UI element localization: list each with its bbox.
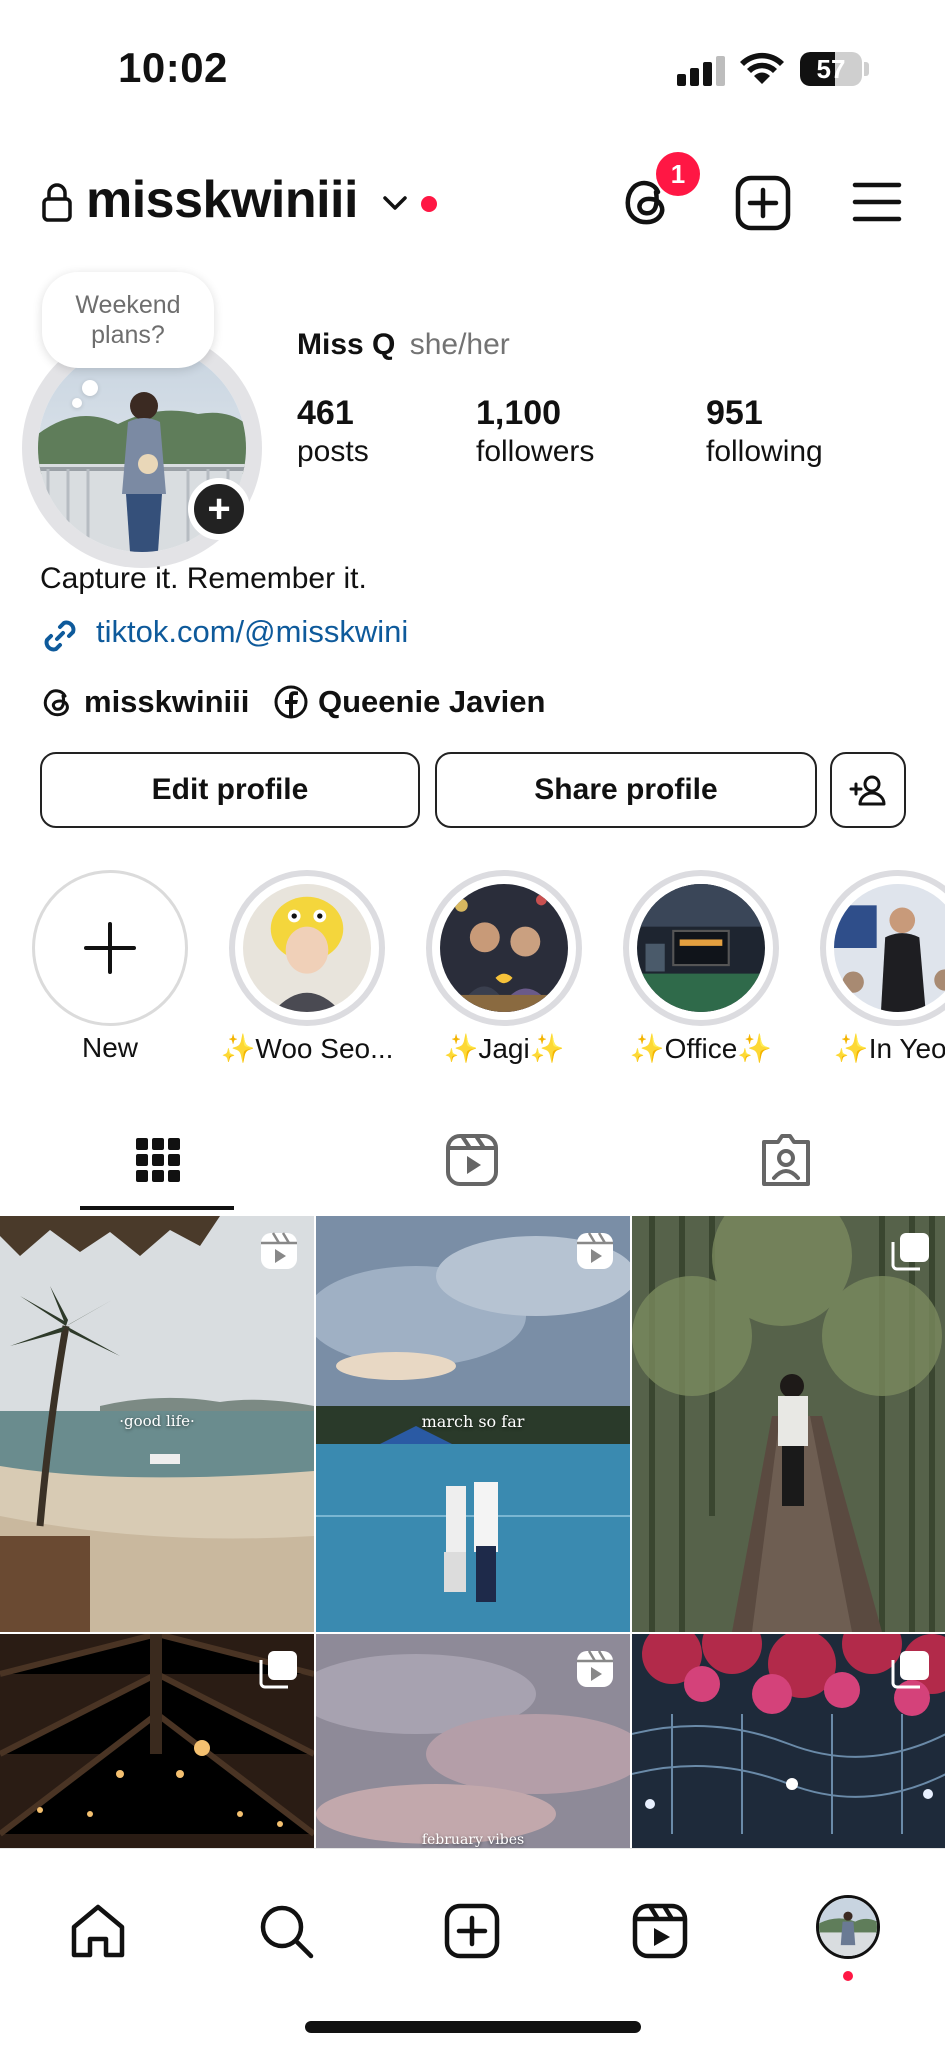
reels-icon[interactable]: [630, 1901, 690, 1961]
share-profile-button[interactable]: Share profile: [435, 752, 817, 828]
display-name: Miss Q she/her: [297, 328, 510, 362]
reel-indicator-icon: [577, 1650, 613, 1687]
grid-post[interactable]: [632, 1634, 945, 1848]
tagged-icon[interactable]: [756, 1130, 816, 1190]
profile-tabs: [0, 1110, 945, 1214]
add-person-icon: [849, 775, 886, 806]
reel-indicator-icon: [261, 1232, 297, 1269]
stat-value: 951: [706, 394, 763, 432]
stat-label: following: [706, 435, 823, 468]
highlight-item[interactable]: ✨Woo Seo...: [221, 870, 393, 1064]
home-icon[interactable]: [68, 1901, 128, 1961]
battery-tip: [864, 62, 869, 76]
highlight-label: ✨Jagi✨: [443, 1033, 565, 1064]
threads-handle: misskwiniii: [84, 684, 250, 719]
post-caption: ·good life·: [119, 1412, 195, 1430]
highlight-cover: [834, 884, 945, 1012]
menu-icon[interactable]: [852, 180, 902, 224]
stat-following[interactable]: 951 following: [706, 394, 823, 469]
grid-post[interactable]: february vibes: [316, 1634, 630, 1848]
facebook-profile-link[interactable]: Queenie Javien: [274, 684, 545, 720]
highlight-item[interactable]: ✨In Yeop: [820, 870, 945, 1064]
threads-icon: [43, 689, 69, 717]
grid-post[interactable]: [632, 1216, 945, 1632]
lock-icon: [42, 183, 72, 222]
highlight-label: ✨Woo Seo...: [220, 1033, 394, 1064]
grid-post[interactable]: ·good life·: [0, 1216, 314, 1632]
grid-icon[interactable]: [128, 1130, 188, 1190]
highlight-label: ✨Office✨: [629, 1033, 773, 1064]
discover-people-button[interactable]: [830, 752, 906, 828]
carousel-indicator-icon: [891, 1651, 929, 1689]
stat-value: 461: [297, 394, 354, 432]
stat-value: 1,100: [476, 394, 562, 432]
link-text[interactable]: tiktok.com/@misskwini: [96, 614, 408, 650]
stat-label: followers: [476, 435, 595, 468]
add-story-button[interactable]: +: [188, 478, 250, 540]
story-highlights: New ✨Woo Seo... ✨Jagi✨ ✨Office✨ ✨In Yeo: [0, 870, 945, 1070]
plus-icon: [84, 922, 136, 974]
highlight-item[interactable]: ✨Jagi✨: [426, 870, 582, 1064]
status-time: 10:02: [118, 44, 228, 91]
stat-label: posts: [297, 435, 369, 468]
search-icon[interactable]: [256, 1901, 316, 1961]
notification-badge: 1: [656, 152, 700, 196]
wifi-icon: [740, 52, 784, 84]
edit-profile-button[interactable]: Edit profile: [40, 752, 420, 828]
grid-post[interactable]: [0, 1634, 314, 1848]
link-icon: [44, 620, 76, 652]
note-bubble-tail: [82, 380, 98, 396]
home-indicator: [305, 2021, 641, 2033]
facebook-icon: [274, 685, 308, 719]
note-bubble[interactable]: Weekend plans?: [42, 272, 214, 368]
active-tab-indicator: [80, 1206, 234, 1210]
post-caption: march so far: [421, 1412, 525, 1431]
highlight-new-ring: [32, 870, 188, 1026]
pronouns: she/her: [409, 328, 510, 361]
stat-followers[interactable]: 1,100 followers: [476, 394, 594, 469]
status-bar: 10:02 57: [0, 0, 945, 120]
cellular-signal-icon: [677, 56, 725, 86]
carousel-indicator-icon: [259, 1651, 297, 1689]
highlight-cover: [440, 884, 568, 1012]
reel-indicator-icon: [577, 1232, 613, 1269]
profile-header: misskwiniii 1: [0, 152, 945, 244]
battery-level: 57: [816, 54, 846, 84]
note-bubble-tail-small: [72, 398, 82, 408]
facebook-name: Queenie Javien: [318, 684, 546, 719]
highlight-label: ✨In Yeop: [833, 1033, 945, 1064]
display-name-text: Miss Q: [297, 328, 396, 361]
highlight-label: New: [81, 1032, 138, 1063]
stat-posts[interactable]: 461 posts: [297, 394, 369, 469]
social-links: misskwiniii Queenie Javien: [40, 684, 640, 724]
highlight-new[interactable]: New: [32, 870, 188, 1063]
profile-avatar-nav[interactable]: [816, 1895, 880, 1959]
chevron-down-icon[interactable]: [380, 188, 410, 218]
threads-profile-link[interactable]: misskwiniii: [40, 684, 249, 720]
battery-indicator: 57: [800, 52, 862, 86]
create-post-icon[interactable]: [734, 174, 792, 232]
grid-post[interactable]: march so far: [316, 1216, 630, 1632]
highlight-item[interactable]: ✨Office✨: [623, 870, 779, 1064]
highlight-cover: [243, 884, 371, 1012]
username[interactable]: misskwiniii: [86, 170, 358, 230]
bio: Capture it. Remember it.: [40, 562, 367, 595]
post-caption: february vibes: [421, 1832, 525, 1848]
highlight-cover: [637, 884, 765, 1012]
carousel-indicator-icon: [891, 1233, 929, 1271]
account-alert-dot: [421, 196, 437, 212]
post-grid: ·good life· march so far february vibes: [0, 1216, 945, 1848]
profile-notification-dot: [843, 1971, 853, 1981]
create-icon[interactable]: [442, 1901, 502, 1961]
bottom-navigation: [0, 1848, 945, 2048]
reels-tab-icon[interactable]: [442, 1130, 502, 1190]
